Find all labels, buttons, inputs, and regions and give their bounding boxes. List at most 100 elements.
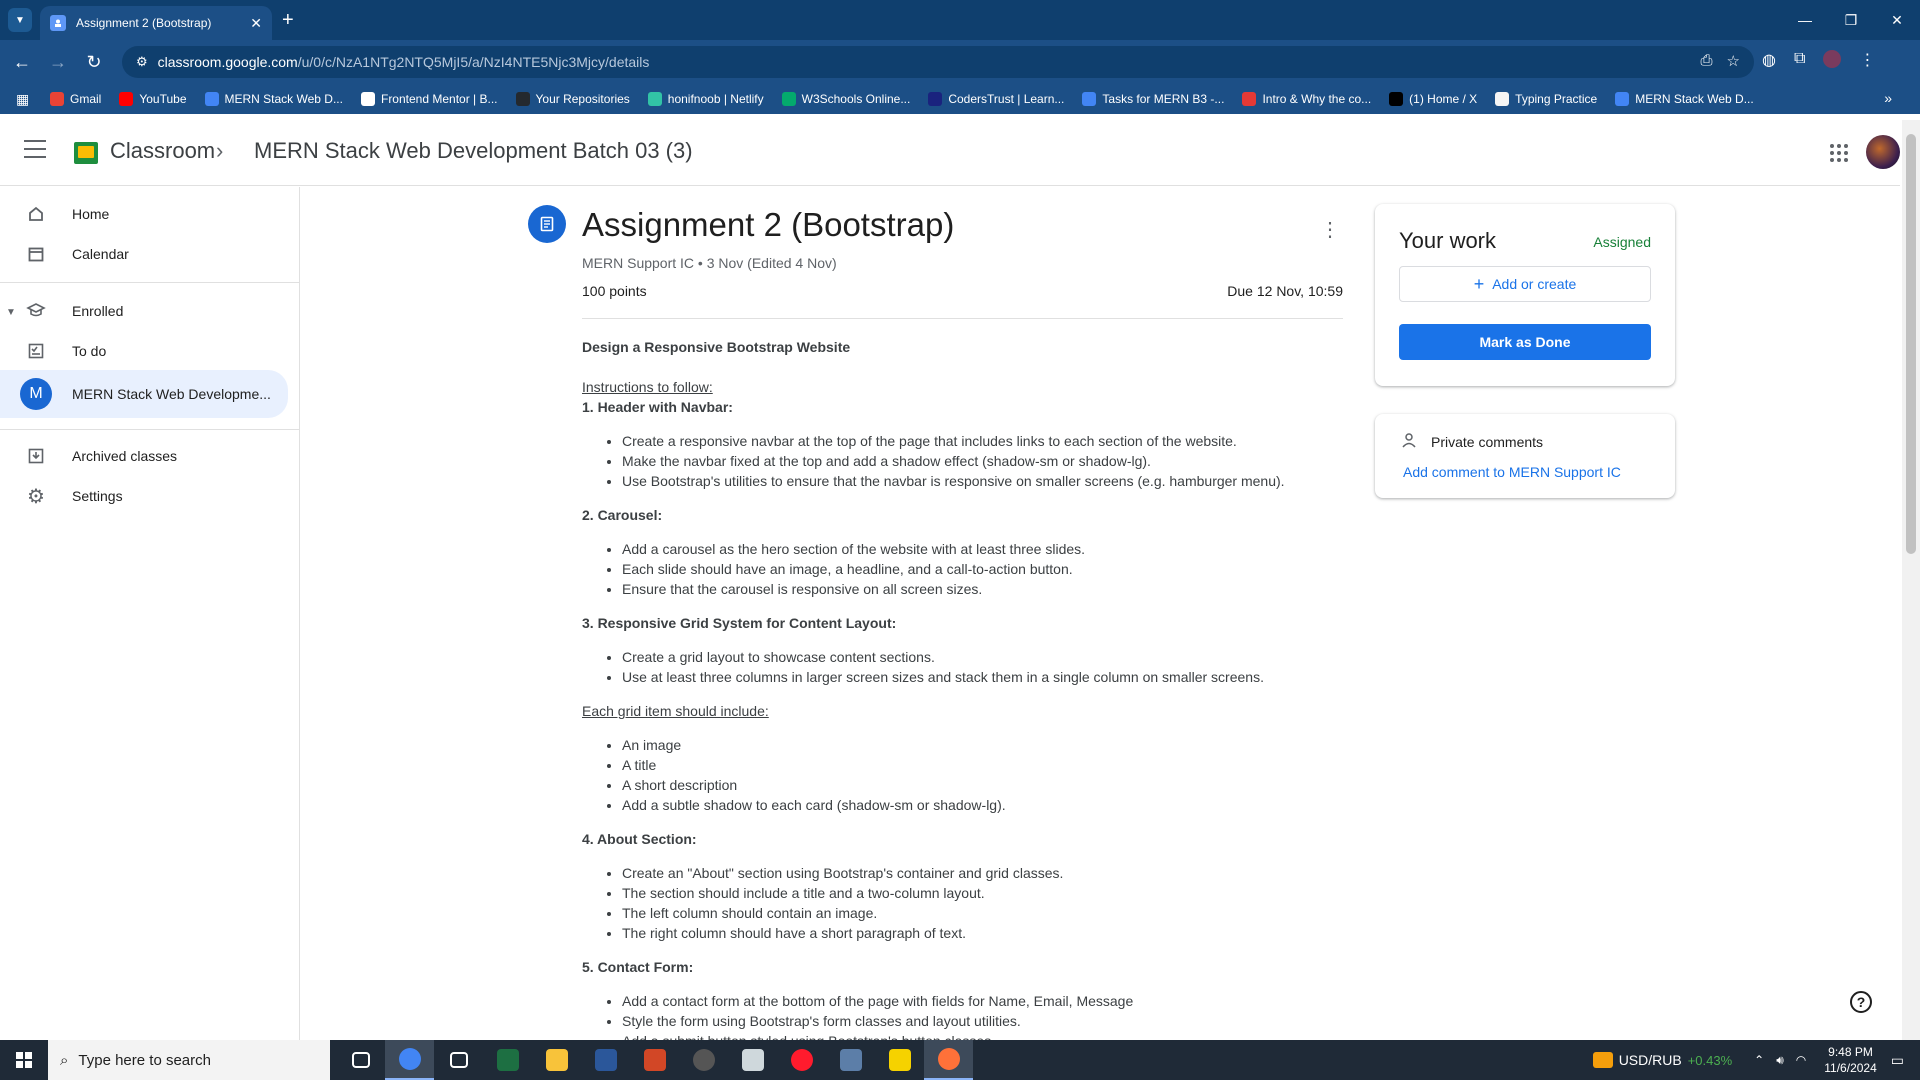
security-icon[interactable] xyxy=(434,1040,483,1080)
notifications-icon[interactable]: ▭ xyxy=(1891,1052,1904,1069)
bookmark-item[interactable]: Tasks for MERN B3 -... xyxy=(1082,92,1224,106)
bookmark-item[interactable]: MERN Stack Web D... xyxy=(1615,92,1754,106)
more-vert-icon[interactable]: ⋮ xyxy=(1859,50,1875,70)
window-close-icon[interactable]: ✕ xyxy=(1874,0,1920,40)
chevron-up-icon[interactable]: ⌃ xyxy=(1754,1053,1764,1067)
bookmark-item[interactable]: MERN Stack Web D... xyxy=(204,92,343,106)
section-list: Create a grid layout to showcase content… xyxy=(582,647,1343,687)
install-app-icon[interactable]: ⎙ xyxy=(1701,52,1713,70)
minimize-icon[interactable]: — xyxy=(1782,0,1828,40)
excel-icon[interactable] xyxy=(483,1040,532,1080)
browser-tab-active[interactable]: Assignment 2 (Bootstrap) ✕ xyxy=(40,6,272,40)
sidebar: Home Calendar ▼ Enrolled To do M MERN St… xyxy=(0,187,300,1041)
section-title: 1. Header with Navbar: xyxy=(582,399,733,415)
sidebar-item-calendar[interactable]: Calendar xyxy=(0,234,288,274)
vpn-globe-icon[interactable]: ◍ xyxy=(1762,50,1776,70)
sidebar-item-enrolled[interactable]: Enrolled xyxy=(0,291,288,331)
bookmark-item[interactable]: Typing Practice xyxy=(1495,92,1597,106)
clock-date: 11/6/2024 xyxy=(1824,1061,1877,1075)
profile-avatar-icon[interactable] xyxy=(1823,50,1842,68)
private-comments-title: Private comments xyxy=(1431,434,1544,450)
tab-search-button[interactable]: ▼ xyxy=(8,8,32,32)
apps-grid-icon[interactable]: ▦ xyxy=(16,91,32,108)
sticky-notes-icon[interactable] xyxy=(875,1040,924,1080)
bookmark-label: (1) Home / X xyxy=(1409,92,1478,106)
task-view-icon[interactable] xyxy=(336,1040,385,1080)
bookmark-item[interactable]: honifnoob | Netlify xyxy=(647,92,764,106)
stock-ticker[interactable]: USD/RUB +0.43% xyxy=(1592,1052,1732,1068)
word-icon[interactable] xyxy=(581,1040,630,1080)
bookmark-item[interactable]: Intro & Why the co... xyxy=(1242,92,1371,106)
sidebar-item-home[interactable]: Home xyxy=(0,194,288,234)
list-item: Make the navbar fixed at the top and add… xyxy=(622,451,1343,471)
breadcrumb-class-name[interactable]: MERN Stack Web Development Batch 03 (3) xyxy=(254,138,693,164)
classroom-favicon-icon xyxy=(50,15,66,31)
home-icon xyxy=(24,202,48,226)
bookmark-favicon-icon xyxy=(1242,92,1257,106)
sidebar-item-archived[interactable]: Archived classes xyxy=(0,436,288,476)
section-list: Add a contact form at the bottom of the … xyxy=(582,991,1343,1041)
add-or-create-button[interactable]: + Add or create xyxy=(1399,266,1651,302)
google-apps-icon[interactable] xyxy=(1830,144,1848,162)
back-arrow-icon[interactable]: ← xyxy=(10,50,34,74)
extensions-puzzle-icon[interactable]: ⧉ xyxy=(1794,50,1805,70)
brand-title[interactable]: Classroom xyxy=(110,138,215,164)
address-bar[interactable]: ⚙ classroom.google.com/u/0/c/NzA1NTg2NTQ… xyxy=(122,46,1754,78)
bookmark-item[interactable]: Gmail xyxy=(50,92,101,106)
site-info-icon[interactable]: ⚙ xyxy=(136,54,148,70)
bookmark-star-icon[interactable]: ☆ xyxy=(1727,52,1740,70)
bookmark-label: CodersTrust | Learn... xyxy=(948,92,1065,106)
restore-icon[interactable]: ❐ xyxy=(1828,0,1874,40)
bookmark-item[interactable]: Your Repositories xyxy=(515,92,630,106)
chevron-double-right-icon[interactable]: » xyxy=(1884,90,1892,106)
close-icon[interactable]: ✕ xyxy=(250,15,262,32)
app-icon[interactable] xyxy=(728,1040,777,1080)
bookmark-item[interactable]: (1) Home / X xyxy=(1389,92,1477,106)
avatar[interactable] xyxy=(1866,135,1900,169)
bookmark-item[interactable]: W3Schools Online... xyxy=(781,92,910,106)
calculator-icon[interactable] xyxy=(826,1040,875,1080)
opera-icon[interactable] xyxy=(777,1040,826,1080)
list-item: The section should include a title and a… xyxy=(622,883,1343,903)
clock[interactable]: 9:48 PM 11/6/2024 xyxy=(1824,1044,1877,1076)
bookmark-favicon-icon xyxy=(1615,92,1630,106)
bookmark-label: Intro & Why the co... xyxy=(1262,92,1372,106)
classroom-logo[interactable] xyxy=(74,142,98,164)
list-item: Use at least three columns in larger scr… xyxy=(622,667,1343,687)
chrome-icon[interactable] xyxy=(385,1040,434,1080)
sidebar-item-settings[interactable]: ⚙ Settings xyxy=(0,476,288,516)
taskbar-search-input[interactable]: ⌕ Type here to search xyxy=(48,1040,330,1080)
media-player-icon[interactable] xyxy=(679,1040,728,1080)
bookmark-label: honifnoob | Netlify xyxy=(667,92,764,106)
sidebar-item-mern-class[interactable]: M MERN Stack Web Developme... xyxy=(0,370,288,418)
scrollbar-thumb[interactable] xyxy=(1906,134,1916,554)
sidebar-item-todo[interactable]: To do xyxy=(0,331,288,371)
mark-as-done-button[interactable]: Mark as Done xyxy=(1399,324,1651,360)
forward-arrow-icon[interactable]: → xyxy=(46,50,70,74)
powerpoint-icon[interactable] xyxy=(630,1040,679,1080)
file-explorer-icon[interactable] xyxy=(532,1040,581,1080)
assignment-meta: MERN Support IC • 3 Nov (Edited 4 Nov) xyxy=(582,255,837,271)
bookmark-item[interactable]: CodersTrust | Learn... xyxy=(928,92,1064,106)
firefox-icon[interactable] xyxy=(924,1040,973,1080)
volume-icon[interactable]: 🔊︎ xyxy=(1776,1053,1784,1068)
bookmark-favicon-icon xyxy=(1495,92,1510,106)
more-vert-icon[interactable]: ⋮ xyxy=(1320,217,1340,242)
security-icon-glyph xyxy=(449,1052,468,1068)
bookmark-item[interactable]: Frontend Mentor | B... xyxy=(360,92,498,106)
url-text: classroom.google.com/u/0/c/NzA1NTg2NTQ5M… xyxy=(158,54,650,70)
sidebar-item-label: Enrolled xyxy=(72,303,124,319)
windows-start-icon[interactable] xyxy=(0,1040,48,1080)
reload-icon[interactable]: ↻ xyxy=(82,50,106,74)
instruction-sections: 1. Header with Navbar: Create a responsiv… xyxy=(582,397,1343,687)
excel-icon-glyph xyxy=(496,1049,519,1071)
bookmark-label: MERN Stack Web D... xyxy=(1635,92,1754,106)
new-tab-button[interactable]: + xyxy=(282,8,294,32)
wifi-icon[interactable]: ◠ xyxy=(1796,1053,1806,1067)
list-item: Add a subtle shadow to each card (shadow… xyxy=(622,795,1343,815)
page-scrollbar[interactable] xyxy=(1902,120,1920,1040)
main-menu-icon[interactable] xyxy=(24,140,46,158)
bookmark-item[interactable]: YouTube xyxy=(119,92,187,106)
help-icon[interactable]: ? xyxy=(1850,991,1872,1013)
add-comment-link[interactable]: Add comment to MERN Support IC xyxy=(1403,464,1621,480)
